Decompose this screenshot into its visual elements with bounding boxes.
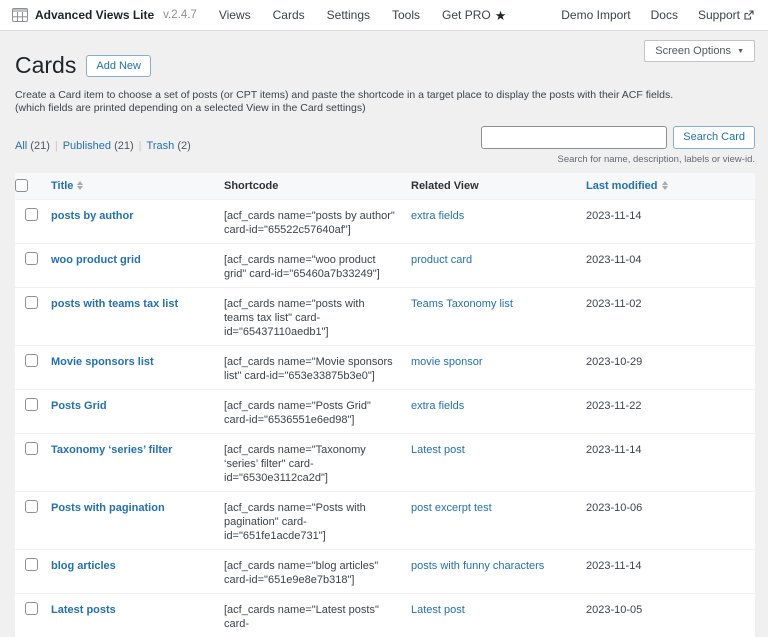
cards-list-table: Title Shortcode Related View Last modifi…: [15, 172, 755, 637]
row-checkbox[interactable]: [25, 353, 38, 367]
table-row: Posts Grid [acf_cards name="Posts Grid" …: [15, 388, 755, 433]
search-help-text: Search for name, description, labels or …: [557, 153, 755, 165]
shortcode-text: [acf_cards name="Latest posts" card-: [224, 603, 379, 630]
status-filters: All (21) | Published (21) | Trash (2): [15, 139, 191, 152]
row-checkbox[interactable]: [25, 557, 38, 571]
table-header-row: Title Shortcode Related View Last modifi…: [15, 172, 755, 199]
row-checkbox[interactable]: [25, 397, 38, 411]
column-header-title[interactable]: Title: [51, 179, 84, 193]
filter-published[interactable]: Published (21): [63, 140, 134, 152]
table-grid-icon: [12, 8, 28, 22]
select-all-checkbox[interactable]: [15, 179, 28, 193]
page-title: Cards: [15, 52, 77, 78]
page-description: Create a Card item to choose a set of po…: [15, 89, 755, 115]
shortcode-text: [acf_cards name="Movie sponsors list" ca…: [224, 355, 393, 382]
plugin-name: Advanced Views Lite: [35, 8, 155, 22]
nav-cards[interactable]: Cards: [273, 8, 305, 22]
table-body: posts by author [acf_cards name="posts b…: [15, 198, 755, 637]
table-row: blog articles [acf_cards name="blog arti…: [15, 548, 755, 593]
nav-docs[interactable]: Docs: [651, 8, 678, 22]
card-title-link[interactable]: Movie sponsors list: [51, 356, 154, 368]
shortcode-text: [acf_cards name="posts by author" card-i…: [224, 209, 395, 236]
row-checkbox[interactable]: [25, 499, 38, 513]
related-view-link[interactable]: movie sponsor: [411, 356, 483, 368]
related-view-link[interactable]: post excerpt test: [411, 502, 492, 514]
shortcode-text: [acf_cards name="Posts Grid" card-id="65…: [224, 399, 371, 426]
row-checkbox[interactable]: [25, 207, 38, 221]
card-title-link[interactable]: Latest posts: [51, 604, 116, 616]
related-view-link[interactable]: product card: [411, 254, 472, 266]
shortcode-text: [acf_cards name="posts with teams tax li…: [224, 297, 365, 338]
last-modified-date: 2023-10-05: [586, 603, 643, 616]
plugin-nav-right: Demo Import Docs Support: [561, 8, 754, 22]
search-card-button[interactable]: Search Card: [673, 125, 755, 149]
plugin-topbar: Advanced Views Lite v.2.4.7 Views Cards …: [0, 0, 768, 31]
sort-icon: [77, 181, 84, 191]
external-link-icon: [744, 10, 754, 20]
last-modified-date: 2023-10-29: [586, 355, 643, 368]
description-line-2: (which fields are printed depending on a…: [15, 101, 366, 114]
nav-support[interactable]: Support: [698, 8, 754, 22]
related-view-link[interactable]: Teams Taxonomy list: [411, 298, 513, 310]
card-title-link[interactable]: woo product grid: [51, 254, 141, 266]
description-line-1: Create a Card item to choose a set of po…: [15, 88, 674, 101]
last-modified-date: 2023-11-22: [586, 399, 642, 412]
table-row: Taxonomy ‘series’ filter [acf_cards name…: [15, 432, 755, 491]
table-row: posts with teams tax list [acf_cards nam…: [15, 286, 755, 345]
last-modified-date: 2023-11-14: [586, 209, 642, 222]
row-checkbox[interactable]: [25, 601, 38, 615]
related-view-link[interactable]: extra fields: [411, 400, 464, 412]
plugin-nav: Views Cards Settings Tools Get PRO ★: [219, 8, 507, 22]
related-view-link[interactable]: Latest post: [411, 444, 465, 456]
add-new-button[interactable]: Add New: [86, 54, 151, 77]
last-modified-date: 2023-11-14: [586, 443, 642, 456]
column-header-related-view: Related View: [411, 179, 479, 192]
plugin-brand: Advanced Views Lite v.2.4.7: [12, 8, 197, 22]
related-view-link[interactable]: posts with funny characters: [411, 560, 544, 572]
chevron-down-icon: ▼: [737, 47, 744, 55]
column-header-shortcode: Shortcode: [224, 179, 279, 192]
shortcode-text: [acf_cards name="blog articles" card-id=…: [224, 559, 379, 586]
row-checkbox[interactable]: [25, 295, 38, 309]
last-modified-date: 2023-11-14: [586, 559, 642, 572]
column-header-last-modified[interactable]: Last modified: [586, 179, 668, 193]
table-row: Latest posts [acf_cards name="Latest pos…: [15, 592, 755, 637]
related-view-link[interactable]: Latest post: [411, 604, 465, 616]
nav-tools[interactable]: Tools: [392, 8, 420, 22]
row-checkbox[interactable]: [25, 251, 38, 265]
shortcode-text: [acf_cards name="woo product grid" card-…: [224, 253, 380, 280]
related-view-link[interactable]: extra fields: [411, 210, 464, 222]
card-title-link[interactable]: posts by author: [51, 210, 134, 222]
card-title-link[interactable]: Posts with pagination: [51, 502, 165, 514]
shortcode-text: [acf_cards name="Taxonomy ‘series’ filte…: [224, 443, 366, 484]
row-checkbox[interactable]: [25, 441, 38, 455]
table-row: Movie sponsors list [acf_cards name="Mov…: [15, 344, 755, 389]
table-row: posts by author [acf_cards name="posts b…: [15, 198, 755, 243]
filter-all[interactable]: All (21): [15, 140, 50, 152]
last-modified-date: 2023-11-02: [586, 297, 642, 310]
star-icon: ★: [494, 7, 507, 23]
card-title-link[interactable]: blog articles: [51, 560, 116, 572]
shortcode-text: [acf_cards name="Posts with pagination" …: [224, 501, 366, 542]
screen-options-button[interactable]: Screen Options ▼: [644, 40, 755, 62]
table-row: Posts with pagination [acf_cards name="P…: [15, 490, 755, 549]
card-title-link[interactable]: Posts Grid: [51, 400, 107, 412]
table-row: woo product grid [acf_cards name="woo pr…: [15, 242, 755, 287]
search-input[interactable]: [481, 125, 668, 149]
card-title-link[interactable]: Taxonomy ‘series’ filter: [51, 444, 172, 456]
plugin-version: v.2.4.7: [163, 9, 197, 21]
nav-get-pro[interactable]: Get PRO ★: [442, 8, 506, 22]
filter-trash[interactable]: Trash (2): [147, 140, 191, 152]
card-title-link[interactable]: posts with teams tax list: [51, 298, 178, 310]
nav-views[interactable]: Views: [219, 8, 251, 22]
sort-icon: [661, 181, 668, 191]
nav-settings[interactable]: Settings: [327, 8, 370, 22]
nav-demo-import[interactable]: Demo Import: [561, 8, 630, 22]
last-modified-date: 2023-11-04: [586, 253, 642, 266]
last-modified-date: 2023-10-06: [586, 501, 643, 514]
